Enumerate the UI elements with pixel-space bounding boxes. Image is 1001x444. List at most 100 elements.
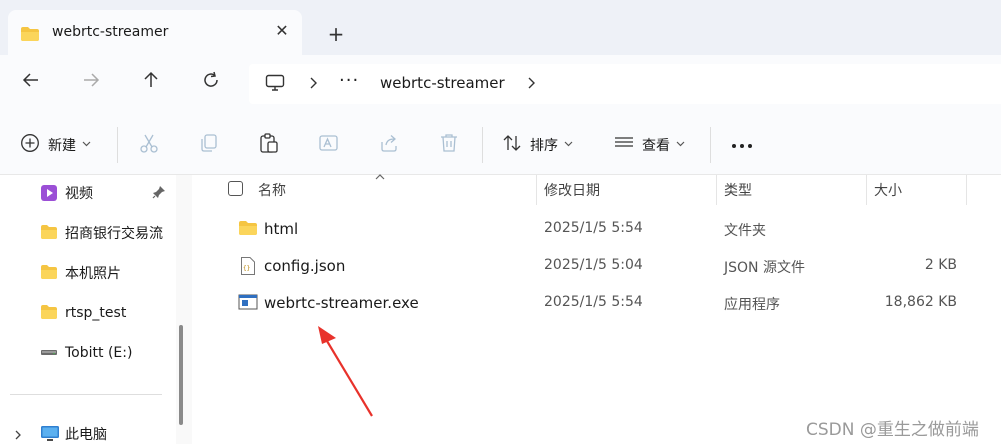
column-divider[interactable] — [866, 175, 867, 205]
folder-icon — [40, 304, 58, 322]
drive-icon — [40, 344, 58, 362]
column-header-row: 名称 修改日期 类型 大小 — [192, 174, 1001, 205]
chevron-down-icon — [82, 140, 91, 150]
breadcrumb-current[interactable]: webrtc-streamer — [380, 74, 505, 92]
up-arrow-icon[interactable] — [136, 71, 166, 99]
file-size: 18,862 KB — [884, 294, 957, 310]
file-type: 文件夹 — [724, 223, 766, 239]
sidebar-item-folder[interactable]: 招商银行交易流 — [40, 222, 163, 244]
select-all-checkbox[interactable] — [228, 181, 243, 196]
new-button-label: 新建 — [48, 138, 76, 154]
view-button[interactable]: 查看 — [614, 133, 685, 157]
video-library-icon — [40, 184, 58, 202]
toolbar-divider — [710, 127, 711, 163]
share-button[interactable] — [378, 133, 400, 157]
copy-button[interactable] — [198, 133, 220, 157]
folder-icon — [40, 264, 58, 282]
copy-icon — [198, 132, 220, 158]
column-divider[interactable] — [716, 175, 717, 205]
clipboard-icon — [258, 132, 280, 158]
computer-icon — [265, 74, 285, 96]
delete-button[interactable] — [438, 133, 460, 157]
close-icon[interactable]: ✕ — [272, 21, 292, 41]
annotation-arrow-icon — [312, 322, 378, 424]
column-type[interactable]: 类型 — [724, 180, 752, 200]
tab-bar: webrtc-streamer ✕ + — [0, 0, 1001, 55]
folder-icon — [40, 224, 58, 242]
column-name[interactable]: 名称 — [258, 180, 286, 200]
breadcrumb-overflow[interactable]: ··· — [339, 70, 359, 91]
file-row[interactable]: html 2025/1/5 5:54 文件夹 — [192, 212, 1001, 248]
sort-button[interactable]: 排序 — [502, 133, 573, 157]
file-row[interactable]: webrtc-streamer.exe 2025/1/5 5:54 应用程序 1… — [192, 286, 1001, 322]
column-divider[interactable] — [536, 175, 537, 205]
view-button-label: 查看 — [642, 138, 670, 154]
sidebar-scrollbar[interactable] — [176, 175, 192, 444]
new-button[interactable]: 新建 — [20, 133, 91, 157]
file-modified: 2025/1/5 5:54 — [544, 294, 643, 310]
toolbar-divider — [482, 127, 483, 163]
chevron-right-icon[interactable] — [527, 75, 537, 95]
file-name: html — [264, 220, 299, 238]
sidebar-item-label: rtsp_test — [65, 305, 127, 321]
paste-button[interactable] — [258, 133, 280, 157]
sidebar-divider — [10, 394, 162, 395]
forward-arrow-icon[interactable] — [76, 71, 106, 99]
computer-icon — [40, 425, 59, 443]
more-options-button[interactable] — [730, 133, 754, 157]
new-tab-button[interactable]: + — [324, 22, 348, 46]
file-modified: 2025/1/5 5:54 — [544, 220, 643, 236]
command-bar: 新建 排序 查看 — [0, 115, 1001, 175]
view-list-icon — [614, 133, 634, 157]
chevron-right-icon[interactable] — [14, 429, 22, 444]
back-arrow-icon[interactable] — [16, 71, 46, 99]
watermark-text: CSDN @重生之做前端 — [806, 420, 979, 440]
more-dots-icon — [730, 137, 754, 153]
cut-button[interactable] — [138, 133, 160, 157]
navigation-pane: 视频 招商银行交易流 本机照片 rtsp_test Tobitt (E:) 此电… — [0, 175, 176, 444]
file-modified: 2025/1/5 5:04 — [544, 257, 643, 273]
tab-title: webrtc-streamer — [52, 24, 169, 40]
svg-text:{}: {} — [243, 265, 250, 272]
chevron-down-icon — [564, 140, 573, 150]
refresh-icon[interactable] — [196, 71, 226, 99]
file-size: 2 KB — [924, 257, 957, 273]
file-row[interactable]: {} config.json 2025/1/5 5:04 JSON 源文件 2 … — [192, 249, 1001, 285]
sidebar-item-label: 此电脑 — [65, 427, 107, 443]
sidebar-item-label: 视频 — [65, 186, 93, 202]
file-name: config.json — [264, 257, 346, 275]
column-size[interactable]: 大小 — [874, 180, 902, 200]
exe-file-icon — [238, 294, 258, 314]
sidebar-item-videos[interactable]: 视频 — [40, 182, 93, 204]
file-type: JSON 源文件 — [724, 260, 805, 276]
sidebar-item-label: Tobitt (E:) — [65, 345, 133, 361]
scissors-icon — [138, 132, 160, 158]
sidebar-item-drive[interactable]: Tobitt (E:) — [40, 342, 132, 364]
address-bar[interactable]: ··· webrtc-streamer — [249, 64, 1001, 104]
scrollbar-thumb[interactable] — [179, 325, 183, 425]
sort-caret-icon — [375, 169, 385, 185]
column-divider[interactable] — [966, 175, 967, 205]
plus-circle-icon — [20, 133, 40, 157]
share-icon — [378, 132, 400, 158]
json-file-icon: {} — [240, 256, 256, 280]
tab-webrtc-streamer[interactable]: webrtc-streamer ✕ — [8, 10, 302, 55]
rename-button[interactable] — [318, 133, 340, 157]
trash-icon — [438, 132, 460, 158]
sidebar-item-folder[interactable]: rtsp_test — [40, 302, 126, 324]
sort-button-label: 排序 — [530, 138, 558, 154]
sort-icon — [502, 133, 522, 157]
sidebar-item-folder[interactable]: 本机照片 — [40, 262, 121, 284]
sidebar-item-this-pc[interactable]: 此电脑 — [40, 423, 107, 444]
folder-icon — [238, 220, 258, 240]
chevron-right-icon[interactable] — [309, 75, 319, 95]
folder-icon — [20, 26, 40, 46]
pin-icon[interactable] — [152, 185, 166, 203]
sidebar-item-label: 招商银行交易流 — [65, 226, 163, 242]
toolbar-divider — [117, 127, 118, 163]
file-type: 应用程序 — [724, 297, 780, 313]
column-modified[interactable]: 修改日期 — [544, 180, 600, 200]
chevron-down-icon — [676, 140, 685, 150]
navigation-bar: ··· webrtc-streamer — [0, 55, 1001, 115]
file-name: webrtc-streamer.exe — [264, 294, 419, 312]
